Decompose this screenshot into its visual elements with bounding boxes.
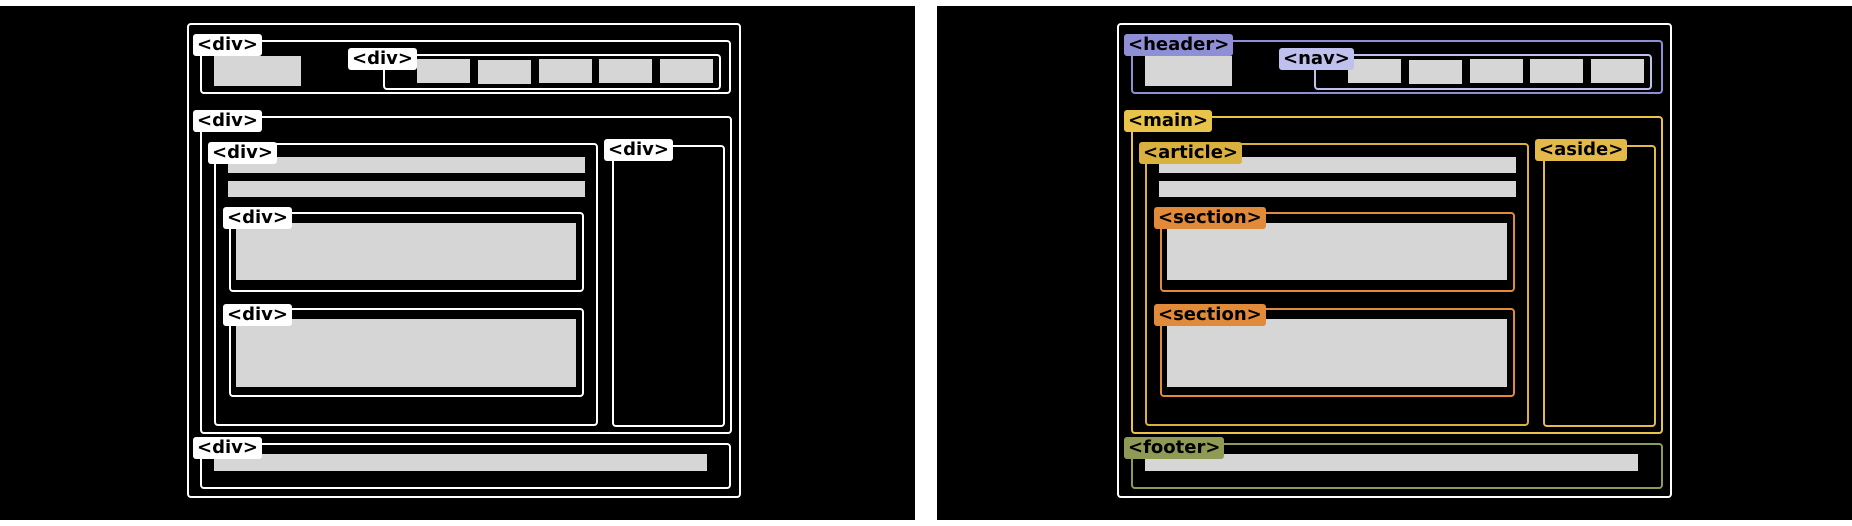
div-layout-panel: <div> <div> <div> <div> <div> <div> <div… xyxy=(0,6,915,520)
semantic-layout-panel: <header> <nav> <main> <article> <section… xyxy=(937,6,1852,520)
section-tag-label: <div> xyxy=(223,304,292,326)
nav-item-placeholder xyxy=(1470,59,1523,83)
main-tag-label: <main> xyxy=(1124,110,1213,132)
text-line-placeholder xyxy=(228,181,585,197)
nav-item-placeholder xyxy=(660,59,713,83)
aside-outline xyxy=(1543,145,1656,427)
main-tag-label: <div> xyxy=(193,110,262,132)
aside-tag-label: <aside> xyxy=(1535,139,1628,161)
footer-tag-label: <div> xyxy=(193,437,262,459)
section-tag-label: <section> xyxy=(1154,304,1266,326)
content-placeholder xyxy=(1167,319,1507,387)
nav-item-placeholder xyxy=(478,60,531,84)
header-tag-label: <div> xyxy=(193,34,262,56)
text-line-placeholder xyxy=(228,157,585,173)
header-tag-label: <header> xyxy=(1124,34,1234,56)
nav-tag-label: <div> xyxy=(348,48,417,70)
nav-item-placeholder xyxy=(1530,59,1583,83)
content-placeholder xyxy=(236,223,576,280)
nav-item-placeholder xyxy=(599,59,652,83)
section-tag-label: <div> xyxy=(223,207,292,229)
nav-item-placeholder xyxy=(1591,59,1644,83)
nav-item-placeholder xyxy=(1348,59,1401,83)
section-tag-label: <section> xyxy=(1154,207,1266,229)
nav-item-placeholder xyxy=(539,59,592,83)
nav-tag-label: <nav> xyxy=(1279,48,1354,70)
logo-placeholder xyxy=(1145,56,1232,86)
aside-outline xyxy=(612,145,725,427)
aside-tag-label: <div> xyxy=(604,139,673,161)
content-placeholder xyxy=(236,319,576,387)
content-placeholder xyxy=(1167,223,1507,280)
nav-item-placeholder xyxy=(1409,60,1462,84)
footer-text-placeholder xyxy=(214,454,707,471)
article-tag-label: <div> xyxy=(208,142,277,164)
nav-item-placeholder xyxy=(417,59,470,83)
logo-placeholder xyxy=(214,56,301,86)
text-line-placeholder xyxy=(1159,181,1516,197)
article-tag-label: <article> xyxy=(1139,142,1243,164)
footer-tag-label: <footer> xyxy=(1124,437,1225,459)
